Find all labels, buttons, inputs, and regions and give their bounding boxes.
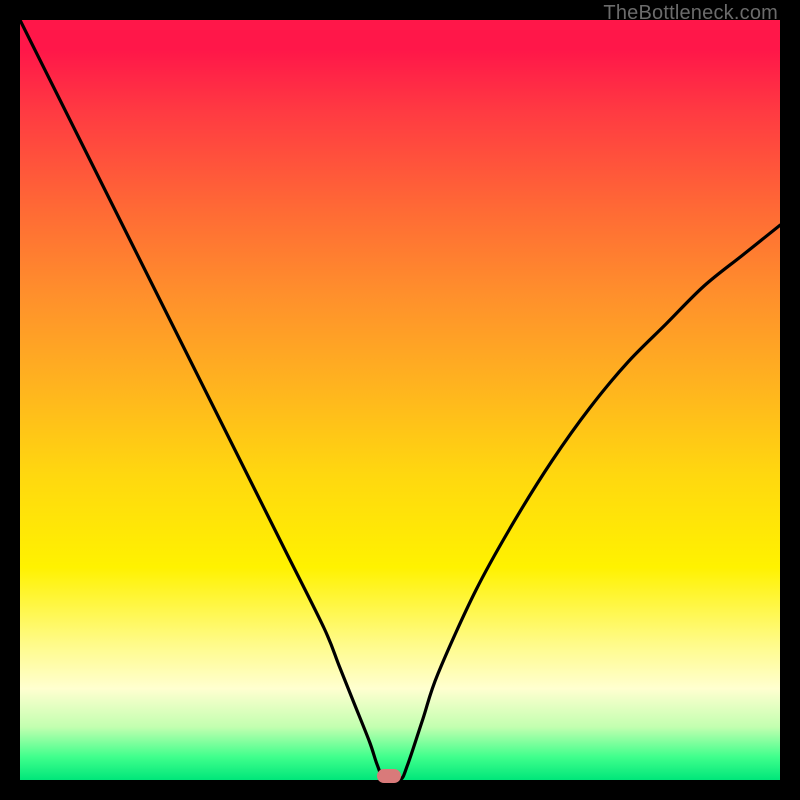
watermark-text: TheBottleneck.com xyxy=(603,2,778,25)
chart-frame: TheBottleneck.com xyxy=(0,0,800,800)
plot-area xyxy=(20,20,780,780)
curve-path xyxy=(20,20,780,780)
optimum-marker xyxy=(377,769,401,783)
bottleneck-curve xyxy=(20,20,780,780)
